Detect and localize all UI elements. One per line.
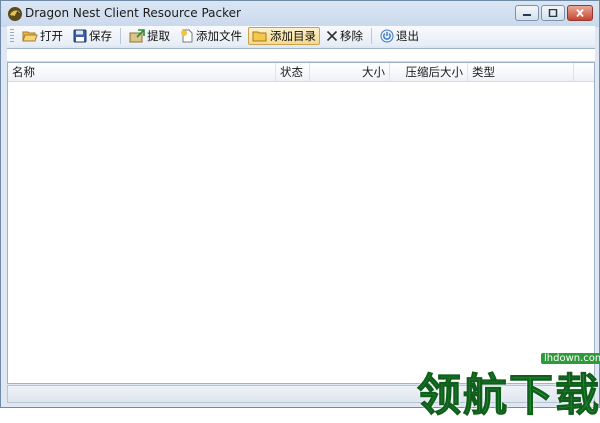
watermark-logo: 领航下载 lhdown.com: [413, 351, 600, 422]
column-header-name[interactable]: 名称: [8, 63, 276, 81]
close-button[interactable]: [567, 5, 593, 21]
list-header: 名称 状态 大小 压缩后大小 类型: [8, 63, 594, 82]
remove-x-icon: [326, 30, 338, 42]
watermark-url: lhdown.com: [541, 353, 600, 364]
power-icon: [380, 29, 394, 43]
window-title: Dragon Nest Client Resource Packer: [25, 6, 241, 20]
add-file-button[interactable]: 添加文件: [176, 27, 246, 45]
open-label: 打开: [40, 29, 63, 43]
path-field[interactable]: [7, 48, 595, 62]
extract-label: 提取: [147, 29, 170, 43]
remove-button[interactable]: 移除: [322, 27, 367, 45]
column-header-type[interactable]: 类型: [468, 63, 574, 81]
window-controls: [515, 5, 593, 23]
save-button[interactable]: 保存: [69, 27, 116, 45]
remove-label: 移除: [340, 29, 363, 43]
close-icon: [576, 9, 584, 17]
add-file-label: 添加文件: [196, 29, 242, 43]
toolbar-separator: [371, 28, 372, 44]
toolbar: 打开 保存 提取 添加文件 添加目录 移除 退出: [7, 26, 595, 46]
file-list[interactable]: 名称 状态 大小 压缩后大小 类型: [7, 62, 595, 384]
maximize-icon: [548, 9, 558, 17]
floppy-disk-icon: [73, 29, 87, 43]
open-button[interactable]: 打开: [18, 27, 67, 45]
minimize-icon: [523, 14, 531, 16]
extract-icon: [129, 29, 145, 43]
open-folder-icon: [22, 31, 38, 42]
column-header-status[interactable]: 状态: [276, 63, 310, 81]
dragon-app-icon: [8, 7, 22, 21]
add-directory-label: 添加目录: [270, 29, 316, 43]
save-label: 保存: [89, 29, 112, 43]
toolbar-grip[interactable]: [10, 29, 14, 43]
exit-button[interactable]: 退出: [376, 27, 423, 45]
column-header-compressed-size[interactable]: 压缩后大小: [390, 63, 468, 81]
add-directory-button[interactable]: 添加目录: [248, 27, 320, 45]
watermark-text: 领航下载: [417, 370, 600, 422]
title-bar[interactable]: Dragon Nest Client Resource Packer: [1, 1, 599, 27]
extract-button[interactable]: 提取: [125, 27, 174, 45]
minimize-button[interactable]: [515, 5, 539, 21]
add-folder-icon: [252, 31, 267, 42]
maximize-button[interactable]: [541, 5, 565, 21]
add-file-icon: [181, 29, 193, 43]
column-header-size[interactable]: 大小: [310, 63, 390, 81]
app-window: Dragon Nest Client Resource Packer 打开 保存…: [0, 0, 600, 422]
exit-label: 退出: [396, 29, 419, 43]
toolbar-separator: [120, 28, 121, 44]
